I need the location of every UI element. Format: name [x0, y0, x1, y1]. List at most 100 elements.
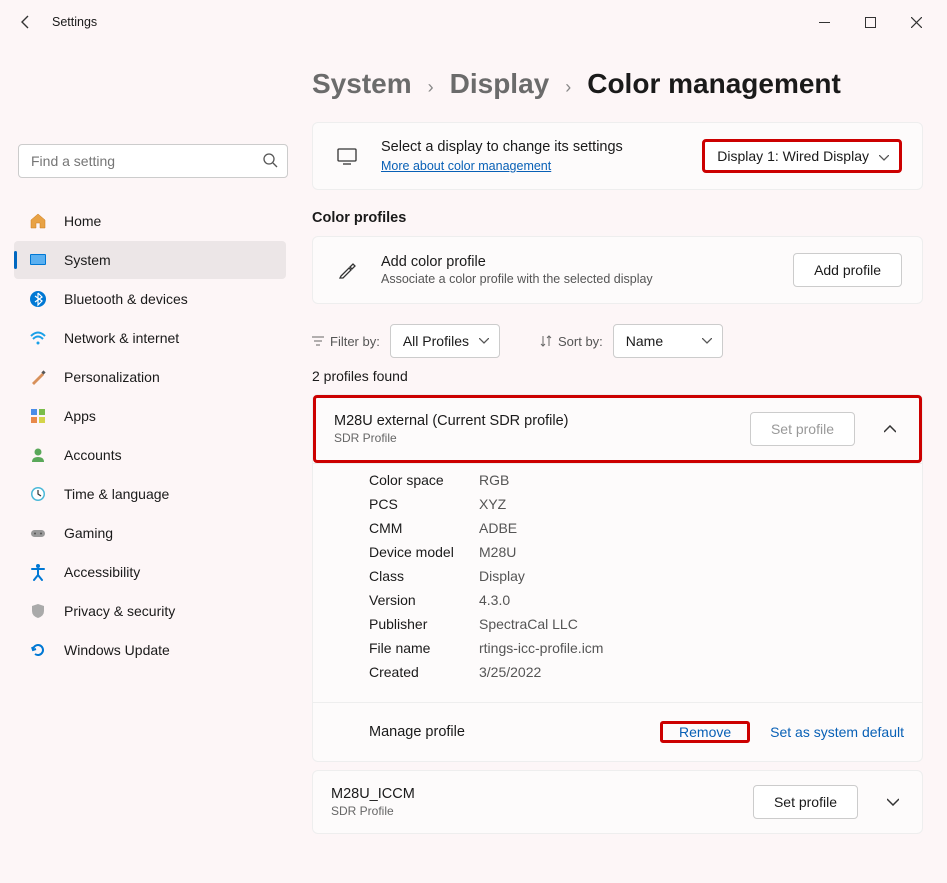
detail-row: ClassDisplay [369, 564, 904, 588]
manage-profile-label: Manage profile [369, 724, 660, 740]
detail-key: PCS [369, 496, 479, 512]
detail-row: PublisherSpectraCal LLC [369, 612, 904, 636]
nav-label: Apps [64, 408, 96, 424]
detail-value: Display [479, 568, 525, 584]
gaming-icon [28, 523, 48, 543]
sort-icon [540, 335, 552, 347]
profile-card-1: M28U external (Current SDR profile) SDR … [312, 394, 923, 762]
chevron-up-icon [884, 425, 896, 433]
filter-icon [312, 335, 324, 347]
remove-button[interactable]: Remove [663, 718, 747, 746]
profile-2-header[interactable]: M28U_ICCM SDR Profile Set profile [313, 771, 922, 833]
profile-card-2: M28U_ICCM SDR Profile Set profile [312, 770, 923, 834]
chevron-down-icon [887, 798, 899, 806]
breadcrumb: System › Display › Color management [312, 68, 923, 100]
expand-button[interactable] [882, 791, 904, 813]
detail-row: Color spaceRGB [369, 468, 904, 492]
nav-accounts[interactable]: Accounts [14, 436, 286, 474]
chevron-down-icon [479, 338, 489, 344]
profile-1-sub: SDR Profile [334, 431, 736, 445]
nav-personalization[interactable]: Personalization [14, 358, 286, 396]
profile-1-name: M28U external (Current SDR profile) [334, 413, 736, 429]
add-profile-card: Add color profile Associate a color prof… [312, 236, 923, 304]
bluetooth-icon [28, 289, 48, 309]
home-icon [28, 211, 48, 231]
add-profile-title: Add color profile [381, 254, 773, 270]
more-about-link[interactable]: More about color management [381, 159, 551, 173]
nav-home[interactable]: Home [14, 202, 286, 240]
nav-label: System [64, 252, 111, 268]
nav-label: Personalization [64, 369, 160, 385]
detail-value: M28U [479, 544, 516, 560]
nav-network[interactable]: Network & internet [14, 319, 286, 357]
system-icon [28, 250, 48, 270]
add-profile-button[interactable]: Add profile [793, 253, 902, 287]
detail-row: File namertings-icc-profile.icm [369, 636, 904, 660]
nav-bluetooth[interactable]: Bluetooth & devices [14, 280, 286, 318]
detail-row: Version4.3.0 [369, 588, 904, 612]
maximize-button[interactable] [847, 6, 893, 38]
accounts-icon [28, 445, 48, 465]
sort-label: Sort by: [540, 334, 603, 349]
minimize-button[interactable] [801, 6, 847, 38]
set-profile-button-2[interactable]: Set profile [753, 785, 858, 819]
nav-label: Privacy & security [64, 603, 175, 619]
manage-profile-row: Manage profile Remove Set as system defa… [313, 702, 922, 761]
detail-key: CMM [369, 520, 479, 536]
nav-accessibility[interactable]: Accessibility [14, 553, 286, 591]
set-system-default-link[interactable]: Set as system default [770, 724, 904, 740]
chevron-down-icon [702, 338, 712, 344]
close-button[interactable] [893, 6, 939, 38]
network-icon [28, 328, 48, 348]
main-content: System › Display › Color management Sele… [300, 44, 947, 883]
nav-label: Windows Update [64, 642, 170, 658]
nav-system[interactable]: System [14, 241, 286, 279]
display-dropdown[interactable]: Display 1: Wired Display [702, 139, 902, 173]
detail-key: Color space [369, 472, 479, 488]
detail-row: CMMADBE [369, 516, 904, 540]
detail-key: Created [369, 664, 479, 680]
nav-update[interactable]: Windows Update [14, 631, 286, 669]
profile-2-name: M28U_ICCM [331, 786, 739, 802]
close-icon [911, 17, 922, 28]
detail-row: Device modelM28U [369, 540, 904, 564]
filter-dropdown[interactable]: All Profiles [390, 324, 500, 358]
detail-row: PCSXYZ [369, 492, 904, 516]
set-profile-button-1[interactable]: Set profile [750, 412, 855, 446]
back-button[interactable] [8, 4, 44, 40]
personalization-icon [28, 367, 48, 387]
nav-label: Gaming [64, 525, 113, 541]
detail-value: rtings-icc-profile.icm [479, 640, 603, 656]
display-select-title: Select a display to change its settings [381, 139, 682, 155]
detail-key: Publisher [369, 616, 479, 632]
nav-time[interactable]: Time & language [14, 475, 286, 513]
color-profiles-header: Color profiles [312, 210, 923, 226]
detail-key: Class [369, 568, 479, 584]
search-input[interactable] [18, 144, 288, 178]
profile-2-sub: SDR Profile [331, 804, 739, 818]
profile-1-header[interactable]: M28U external (Current SDR profile) SDR … [313, 395, 922, 463]
display-icon [333, 145, 361, 167]
time-icon [28, 484, 48, 504]
filter-label: Filter by: [312, 334, 380, 349]
minimize-icon [819, 17, 830, 28]
search-box [18, 144, 288, 178]
page-title: Color management [587, 68, 841, 100]
nav-apps[interactable]: Apps [14, 397, 286, 435]
sidebar: Home System Bluetooth & devices Network … [0, 44, 300, 883]
breadcrumb-system[interactable]: System [312, 68, 412, 100]
nav-gaming[interactable]: Gaming [14, 514, 286, 552]
detail-value: 4.3.0 [479, 592, 510, 608]
breadcrumb-display[interactable]: Display [450, 68, 550, 100]
eyedropper-icon [333, 259, 361, 281]
chevron-right-icon: › [565, 77, 571, 98]
nav-label: Home [64, 213, 101, 229]
nav-privacy[interactable]: Privacy & security [14, 592, 286, 630]
maximize-icon [865, 17, 876, 28]
detail-key: File name [369, 640, 479, 656]
sort-dropdown[interactable]: Name [613, 324, 723, 358]
nav-label: Time & language [64, 486, 169, 502]
detail-value: SpectraCal LLC [479, 616, 578, 632]
profiles-count: 2 profiles found [312, 368, 923, 384]
collapse-button[interactable] [879, 418, 901, 440]
